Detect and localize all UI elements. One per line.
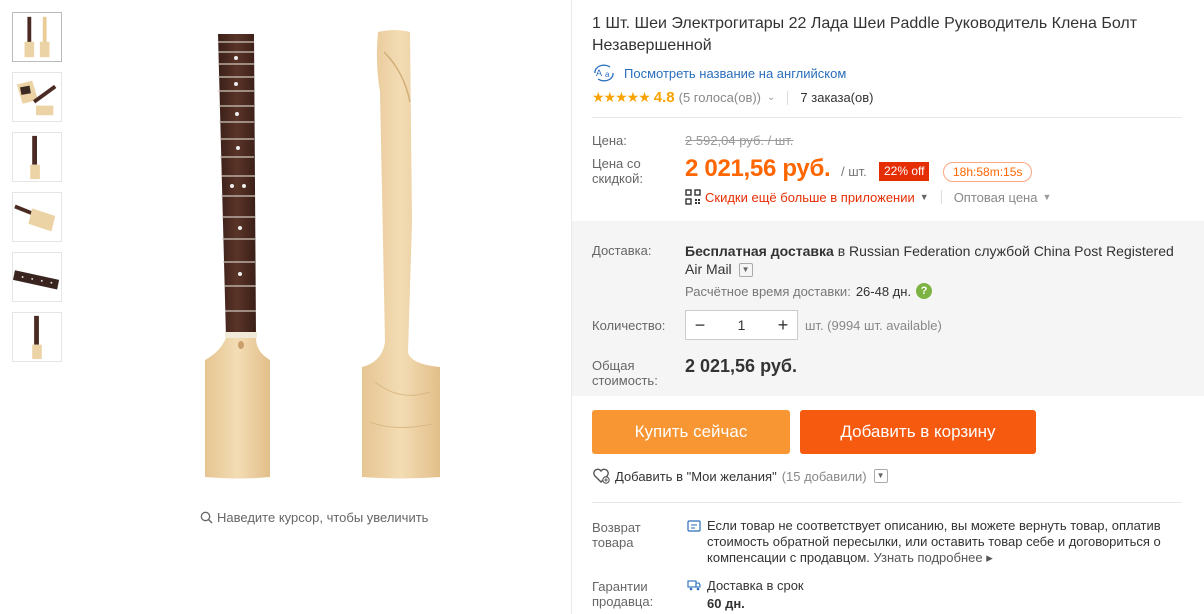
thumbnail-list <box>12 12 62 372</box>
svg-text:a: a <box>605 70 610 79</box>
translate-icon: A a <box>594 64 614 82</box>
shipping-label: Доставка: <box>592 243 652 258</box>
rating-row: ★★★★★ 4.8 (5 голоса(ов)) ⌄ 7 заказа(ов) <box>592 89 873 106</box>
current-price: 2 021,56 руб. <box>685 155 831 182</box>
guitar-neck-back <box>362 30 440 479</box>
thumbnail-5[interactable] <box>12 252 62 302</box>
chevron-down-icon[interactable]: ⌄ <box>767 92 775 103</box>
shipping-method[interactable]: Бесплатная доставка в Russian Federation… <box>685 242 1185 278</box>
zoom-hint-text: Наведите курсор, чтобы увеличить <box>217 510 429 525</box>
thumbnail-4[interactable] <box>12 192 62 242</box>
total-label: Общая стоимость: <box>592 358 658 388</box>
product-title: 1 Шт. Шеи Электрогитары 22 Лада Шеи Padd… <box>592 15 1138 54</box>
available-stock: шт. (9994 шт. available) <box>805 318 942 333</box>
rating-stars-icon: ★★★★★ <box>592 89 651 105</box>
divider <box>940 190 942 204</box>
returns-text: Если товар не соответствует описанию, вы… <box>707 518 1167 566</box>
quantity-label: Количество: <box>592 318 666 333</box>
app-promo-row: Скидки ещё больше в приложении ▼ Оптовая… <box>685 189 1051 205</box>
add-to-cart-button[interactable]: Добавить в корзину <box>800 410 1036 454</box>
total-price: 2 021,56 руб. <box>685 356 797 376</box>
help-icon[interactable]: ? <box>916 283 933 299</box>
guitar-neck-front <box>205 34 270 479</box>
divider <box>592 117 1182 118</box>
per-unit: / шт. <box>841 164 867 179</box>
translate-link-text[interactable]: Посмотреть название на английском <box>624 66 846 81</box>
thumbnail-3[interactable] <box>12 132 62 182</box>
divider <box>592 502 1182 503</box>
magnifier-icon <box>200 511 213 524</box>
chevron-down-icon[interactable]: ▼ <box>738 263 753 278</box>
countdown-timer: 18h:58m:15s <box>943 162 1033 182</box>
qr-code-icon <box>685 189 701 205</box>
guarantee-text: Доставка в срок 60 дн. <box>707 577 804 613</box>
zoom-hint: Наведите курсор, чтобы увеличить <box>200 510 428 525</box>
discount-badge: 22% off <box>879 162 930 181</box>
quantity-stepper: − 1 + <box>685 310 798 340</box>
svg-text:A: A <box>596 68 602 78</box>
buy-now-button[interactable]: Купить сейчас <box>592 410 790 454</box>
quantity-input[interactable]: 1 <box>714 317 769 333</box>
orders-count: 7 заказа(ов) <box>800 90 874 105</box>
votes-count[interactable]: (5 голоса(ов)) <box>679 90 761 105</box>
main-product-image[interactable] <box>170 22 500 492</box>
rating-value: 4.8 <box>653 89 675 106</box>
thumbnail-2[interactable] <box>12 72 62 122</box>
eta-value: 26-48 дн. <box>855 283 912 299</box>
increment-button[interactable]: + <box>769 315 797 336</box>
eta-label: Расчётное время доставки: <box>685 283 851 299</box>
decrement-button[interactable]: − <box>686 315 714 336</box>
translate-link[interactable]: A a Посмотреть название на английском <box>592 64 846 82</box>
app-promo-link[interactable]: Скидки ещё больше в приложении <box>705 190 915 205</box>
delivery-truck-icon <box>687 580 701 591</box>
heart-plus-icon <box>593 468 610 484</box>
wishlist-count: (15 добавили) <box>781 468 867 484</box>
chevron-down-icon[interactable]: ▼ <box>873 469 888 483</box>
guarantee-label: Гарантии продавца: <box>592 579 654 609</box>
wishlist-text[interactable]: Добавить в "Мои желания" <box>615 469 777 484</box>
guarantee-days: 60 дн. <box>707 596 745 611</box>
divider <box>787 90 789 105</box>
thumbnail-1[interactable] <box>12 12 62 62</box>
wishlist-row[interactable]: Добавить в "Мои желания" (15 добавили) ▼ <box>592 468 888 484</box>
caret-down-icon[interactable]: ▼ <box>920 192 929 202</box>
return-policy-icon <box>687 520 701 532</box>
caret-down-icon[interactable]: ▼ <box>1042 192 1051 202</box>
learn-more-link[interactable]: Узнать подробнее ▸ <box>874 550 993 565</box>
discount-price-label: Цена со скидкой: <box>592 156 643 186</box>
price-label: Цена: <box>592 133 627 148</box>
free-shipping-text: Бесплатная доставка <box>685 243 834 259</box>
wholesale-price-link[interactable]: Оптовая цена <box>954 190 1038 205</box>
thumbnail-6[interactable] <box>12 312 62 362</box>
delivery-eta: Расчётное время доставки: 26-48 дн. ? <box>685 283 933 299</box>
old-price: 2 592,04 руб. / шт. <box>685 133 794 148</box>
learn-more-text[interactable]: Узнать подробнее <box>874 550 983 565</box>
guarantee-description: Доставка в срок <box>707 578 804 593</box>
returns-label: Возврат товара <box>592 520 641 550</box>
